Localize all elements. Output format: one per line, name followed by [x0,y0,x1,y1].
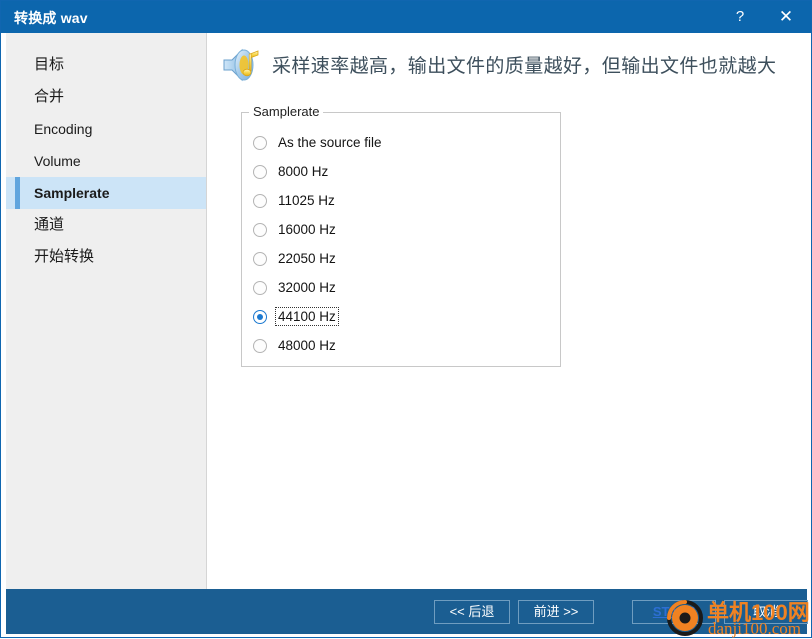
sidebar-item-label: 通道 [34,216,65,233]
footer-bar: << 后退 前进 >> START 取消 [6,589,808,634]
radio-option-32000[interactable]: 32000 Hz [253,273,543,302]
radio-icon [253,338,267,353]
sidebar-nav-list: 目标 合并 Encoding Volume Samplerate 通道 开始转换 [6,33,206,273]
sidebar-item-merge[interactable]: 合并 [6,81,206,113]
sidebar-item-encoding[interactable]: Encoding [6,113,206,145]
sidebar-item-label: Encoding [34,121,93,137]
start-button[interactable]: START [632,600,716,624]
title-bar: 转换成 wav ? ✕ [1,1,811,33]
radio-icon [253,280,267,295]
back-button[interactable]: << 后退 [434,600,510,624]
radio-option-11025[interactable]: 11025 Hz [253,186,543,215]
sidebar-item-label: 目标 [34,56,65,73]
conversion-wizard-window: 转换成 wav ? ✕ 目标 合并 Encoding Volume Sample… [0,0,812,638]
sidebar-item-samplerate[interactable]: Samplerate [6,177,206,209]
radio-option-16000[interactable]: 16000 Hz [253,215,543,244]
header-description: 采样速率越高，输出文件的质量越好，但输出文件也就越大 [272,56,777,77]
radio-label: 48000 Hz [278,338,336,353]
radio-label: As the source file [278,135,382,150]
main-content: 采样速率越高，输出文件的质量越好，但输出文件也就越大 Samplerate As… [207,33,811,589]
radio-icon-selected [253,309,267,324]
window-title: 转换成 wav [14,10,88,26]
radio-option-8000[interactable]: 8000 Hz [253,157,543,186]
samplerate-radio-group: As the source file 8000 Hz 11025 Hz 1600… [253,128,543,360]
radio-icon [253,193,267,208]
radio-option-48000[interactable]: 48000 Hz [253,331,543,360]
next-button[interactable]: 前进 >> [518,600,594,624]
radio-option-source-file[interactable]: As the source file [253,128,543,157]
sidebar-item-label: 合并 [34,88,65,105]
radio-icon [253,135,267,150]
speaker-music-note-icon [223,48,259,82]
radio-label: 16000 Hz [278,222,336,237]
sidebar-item-volume[interactable]: Volume [6,145,206,177]
sidebar-item-label: 开始转换 [34,248,95,265]
help-icon[interactable]: ? [717,1,763,33]
radio-icon [253,164,267,179]
radio-icon [253,222,267,237]
sidebar-item-target[interactable]: 目标 [6,49,206,81]
radio-option-22050[interactable]: 22050 Hz [253,244,543,273]
samplerate-group-legend: Samplerate [249,104,324,119]
content-header: 采样速率越高，输出文件的质量越好，但输出文件也就越大 [220,37,800,93]
radio-icon [253,251,267,266]
cancel-button[interactable]: 取消 [724,600,808,624]
radio-label: 11025 Hz [278,193,335,208]
sidebar: 目标 合并 Encoding Volume Samplerate 通道 开始转换 [6,33,207,589]
radio-label: 8000 Hz [278,164,329,179]
radio-label: 22050 Hz [278,251,336,266]
sidebar-item-label: Volume [34,153,81,169]
close-icon[interactable]: ✕ [763,1,809,33]
sidebar-item-label: Samplerate [34,185,110,201]
radio-label: 32000 Hz [278,280,336,295]
sidebar-item-channel[interactable]: 通道 [6,209,206,241]
radio-label: 44100 Hz [275,307,339,326]
sidebar-item-start-convert[interactable]: 开始转换 [6,241,206,273]
radio-option-44100[interactable]: 44100 Hz [253,302,543,331]
